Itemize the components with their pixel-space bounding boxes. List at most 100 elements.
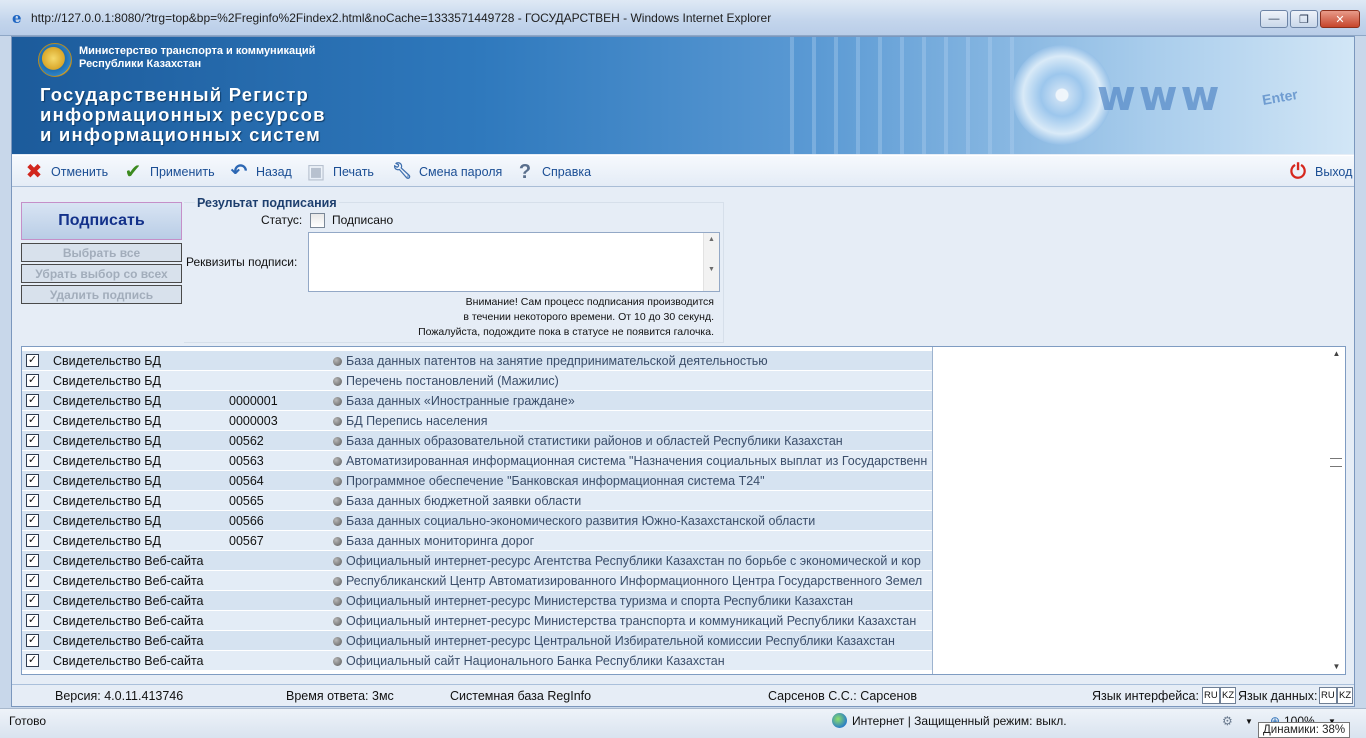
ie-icon: e (12, 9, 22, 27)
table-row[interactable]: ✓ Свидетельство Веб-сайта Республиканский … (22, 571, 932, 591)
signed-checkbox[interactable] (310, 213, 325, 228)
row-checkbox[interactable]: ✓ (26, 554, 39, 567)
row-certificate-type: Свидетельство Веб-сайта (53, 594, 204, 608)
window-controls: — ❐ ✕ (1260, 10, 1360, 28)
row-checkbox[interactable]: ✓ (26, 434, 39, 447)
exit-button[interactable]: ⏻ Выход (1286, 160, 1352, 184)
row-certificate-type: Свидетельство Веб-сайта (53, 554, 204, 568)
row-checkbox[interactable]: ✓ (26, 614, 39, 627)
data-lang-ru-button[interactable]: RU (1319, 687, 1337, 704)
protected-mode-icon[interactable]: ⚙ (1222, 714, 1233, 728)
back-button[interactable]: ↶ Назад (227, 160, 292, 184)
row-checkbox[interactable]: ✓ (26, 454, 39, 467)
table-row[interactable]: ✓ Свидетельство БД База данных патентов на… (22, 351, 932, 371)
kazakhstan-emblem-icon (38, 43, 72, 77)
back-label: Назад (256, 165, 292, 179)
table-row[interactable]: ✓ Свидетельство БД 00562 База данных образо… (22, 431, 932, 451)
app-status-bar: Версия: 4.0.11.413746 Время ответа: 3мс … (12, 684, 1354, 706)
row-certificate-type: Свидетельство БД (53, 394, 161, 408)
deselect-all-button[interactable]: Убрать выбор со всех (21, 264, 182, 283)
scroll-down-arrow-icon[interactable]: ▼ (1328, 660, 1345, 674)
table-row[interactable]: ✓ Свидетельство БД 00567 База данных монито… (22, 531, 932, 551)
requisites-textarea[interactable] (308, 232, 720, 292)
print-button[interactable]: ▣ Печать (304, 160, 374, 184)
table-row[interactable]: ✓ Свидетельство Веб-сайта Официальный инте… (22, 611, 932, 631)
sign-button[interactable]: Подписать (21, 202, 182, 240)
security-zone-text: Интернет | Защищенный режим: выкл. (852, 714, 1067, 728)
table-row[interactable]: ✓ Свидетельство БД 00564 Программное обеспе… (22, 471, 932, 491)
table-row[interactable]: ✓ Свидетельство БД Перечень постановлений … (22, 371, 932, 391)
internet-zone-icon (832, 713, 847, 728)
row-checkbox[interactable]: ✓ (26, 394, 39, 407)
signing-result-legend: Результат подписания (195, 196, 339, 210)
row-checkbox[interactable]: ✓ (26, 594, 39, 607)
table-row[interactable]: ✓ Свидетельство БД 00566 База данных социал… (22, 511, 932, 531)
row-bullet-icon (333, 637, 342, 646)
row-checkbox[interactable]: ✓ (26, 494, 39, 507)
row-certificate-type: Свидетельство БД (53, 454, 161, 468)
table-row[interactable]: ✓ Свидетельство Веб-сайта Официальный инте… (22, 551, 932, 571)
table-row[interactable]: ✓ Свидетельство Веб-сайта Официальный инте… (22, 631, 932, 651)
requisites-scrollbar[interactable]: ▲ ▼ (703, 233, 719, 291)
grid-scrollbar[interactable]: ▲ ▼ (1328, 347, 1345, 674)
minimize-button[interactable]: — (1260, 10, 1288, 28)
row-checkbox[interactable]: ✓ (26, 574, 39, 587)
row-checkbox[interactable]: ✓ (26, 354, 39, 367)
close-button[interactable]: ✕ (1320, 10, 1360, 28)
row-bullet-icon (333, 377, 342, 386)
row-certificate-type: Свидетельство БД (53, 494, 161, 508)
help-label: Справка (542, 165, 592, 179)
row-bullet-icon (333, 557, 342, 566)
table-row[interactable]: ✓ Свидетельство БД 00563 Автоматизированная… (22, 451, 932, 471)
scroll-grip[interactable] (1330, 458, 1342, 467)
warning-line-3: Пожалуйста, подождите пока в статусе не … (418, 326, 714, 338)
row-number: 00566 (229, 514, 264, 528)
row-checkbox[interactable]: ✓ (26, 374, 39, 387)
table-row[interactable]: ✓ Свидетельство Веб-сайта Официальный сайт… (22, 651, 932, 671)
registry-line-2: информационных ресурсов (40, 104, 326, 125)
row-certificate-type: Свидетельство БД (53, 474, 161, 488)
change-password-label: Смена пароля (419, 165, 503, 179)
ui-lang-kz-button[interactable]: KZ (1220, 687, 1237, 704)
maximize-button[interactable]: ❐ (1290, 10, 1318, 28)
row-checkbox[interactable]: ✓ (26, 414, 39, 427)
table-row[interactable]: ✓ Свидетельство БД 0000001 База данных «Ино… (22, 391, 932, 411)
row-certificate-type: Свидетельство БД (53, 354, 161, 368)
table-row[interactable]: ✓ Свидетельство БД 0000003 БД Перепись насе… (22, 411, 932, 431)
delete-signature-button[interactable]: Удалить подпись (21, 285, 182, 304)
data-lang-kz-button[interactable]: KZ (1337, 687, 1354, 704)
main-toolbar: ✖ Отменить ✔ Применить ↶ Назад ▣ Печать … (12, 155, 1354, 187)
row-resource-name: Официальный интернет-ресурс Агентства Ре… (346, 554, 921, 568)
row-bullet-icon (333, 617, 342, 626)
row-number: 00562 (229, 434, 264, 448)
ui-lang-ru-button[interactable]: RU (1202, 687, 1220, 704)
select-all-button[interactable]: Выбрать все (21, 243, 182, 262)
row-bullet-icon (333, 477, 342, 486)
row-checkbox[interactable]: ✓ (26, 474, 39, 487)
change-password-button[interactable]: 🔧︎ Смена пароля (390, 160, 502, 184)
row-resource-name: База данных образовательной статистики р… (346, 434, 843, 448)
row-resource-name: База данных социально-экономического раз… (346, 514, 816, 528)
row-checkbox[interactable]: ✓ (26, 634, 39, 647)
warning-line-2: в течении некоторого времени. От 10 до 3… (463, 311, 714, 323)
header-banner: www Enter Министерство транспорта и комм… (12, 37, 1354, 154)
row-resource-name: Республиканский Центр Автоматизированног… (346, 574, 923, 588)
apply-label: Применить (150, 165, 215, 179)
scroll-up-arrow-icon[interactable]: ▲ (1328, 347, 1345, 361)
table-row[interactable]: ✓ Свидетельство БД 00565 База данных бюджет… (22, 491, 932, 511)
apply-button[interactable]: ✔ Применить (121, 160, 215, 184)
www-graphic: www (1097, 71, 1223, 120)
row-checkbox[interactable]: ✓ (26, 534, 39, 547)
help-button[interactable]: ? Справка (513, 160, 591, 184)
row-checkbox[interactable]: ✓ (26, 654, 39, 667)
row-bullet-icon (333, 437, 342, 446)
dropdown-arrow-icon[interactable]: ▼ (1245, 717, 1253, 726)
requisites-label: Реквизиты подписи: (186, 255, 298, 269)
row-resource-name: База данных мониторинга дорог (346, 534, 535, 548)
server-rack-decoration (772, 37, 1032, 154)
power-icon: ⏻ (1290, 161, 1306, 183)
row-checkbox[interactable]: ✓ (26, 514, 39, 527)
row-bullet-icon (333, 577, 342, 586)
table-row[interactable]: ✓ Свидетельство Веб-сайта Официальный инте… (22, 591, 932, 611)
cancel-button[interactable]: ✖ Отменить (22, 160, 109, 184)
